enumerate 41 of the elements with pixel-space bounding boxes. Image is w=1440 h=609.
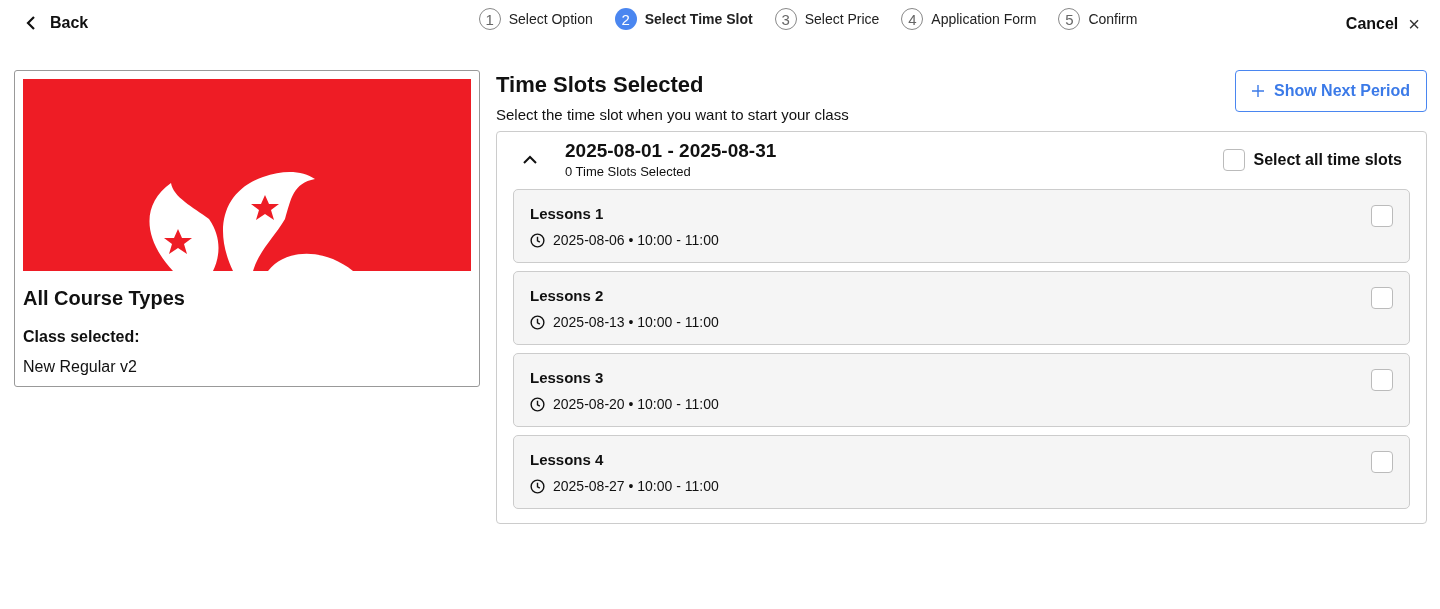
clock-icon [530, 232, 545, 248]
time-slot-card[interactable]: Lessons 1 2025-08-06 • 10:00 - 11:00 [513, 189, 1410, 263]
selected-count: 0 Time Slots Selected [565, 164, 692, 179]
clock-icon [530, 314, 545, 330]
course-title: All Course Types [23, 287, 186, 310]
time-slot-card[interactable]: Lessons 4 2025-08-27 • 10:00 - 11:00 [513, 435, 1410, 509]
clock-icon [530, 396, 545, 412]
step-number: 2 [614, 8, 637, 30]
select-all-label: Select all time slots [1253, 150, 1402, 169]
period-range: 2025-08-01 - 2025-08-31 [565, 140, 778, 162]
step-label: Select Time Slot [644, 11, 753, 27]
slot-checkbox[interactable] [1371, 205, 1393, 227]
step-label: Select Option [508, 11, 593, 27]
slot-time: 2025-08-20 • 10:00 - 11:00 [553, 396, 719, 412]
lesson-name: Lessons 1 [530, 205, 605, 222]
page-title: Time Slots Selected [496, 72, 705, 98]
class-value: New Regular v2 [23, 358, 138, 376]
cancel-button[interactable]: Cancel [1343, 13, 1401, 35]
show-next-period-button[interactable]: Show Next Period [1234, 70, 1427, 112]
slot-checkbox[interactable] [1371, 451, 1393, 473]
step-label: Select Price [804, 11, 880, 27]
slot-time: 2025-08-06 • 10:00 - 11:00 [553, 232, 719, 248]
class-label: Class selected: [23, 328, 141, 346]
time-slot-card[interactable]: Lessons 3 2025-08-20 • 10:00 - 11:00 [513, 353, 1410, 427]
slot-checkbox[interactable] [1371, 369, 1393, 391]
plus-icon [1251, 85, 1264, 97]
slot-time: 2025-08-27 • 10:00 - 11:00 [553, 478, 719, 494]
slot-time: 2025-08-13 • 10:00 - 11:00 [553, 314, 719, 330]
lesson-name: Lessons 3 [530, 369, 605, 386]
close-button[interactable]: × [1406, 14, 1422, 34]
page-subtitle: Select the time slot when you want to start your class [496, 106, 849, 123]
lesson-name: Lessons 4 [530, 451, 605, 468]
select-all-checkbox[interactable] [1223, 148, 1246, 171]
time-slot-card[interactable]: Lessons 2 2025-08-13 • 10:00 - 11:00 [513, 271, 1410, 345]
lesson-name: Lessons 2 [530, 287, 605, 304]
clock-icon [530, 478, 545, 494]
back-button[interactable]: Back [22, 10, 93, 36]
back-chevron-icon [26, 16, 36, 30]
slot-checkbox[interactable] [1371, 287, 1393, 309]
step-label: Application Form [931, 11, 1037, 27]
step-label: Confirm [1088, 11, 1138, 27]
